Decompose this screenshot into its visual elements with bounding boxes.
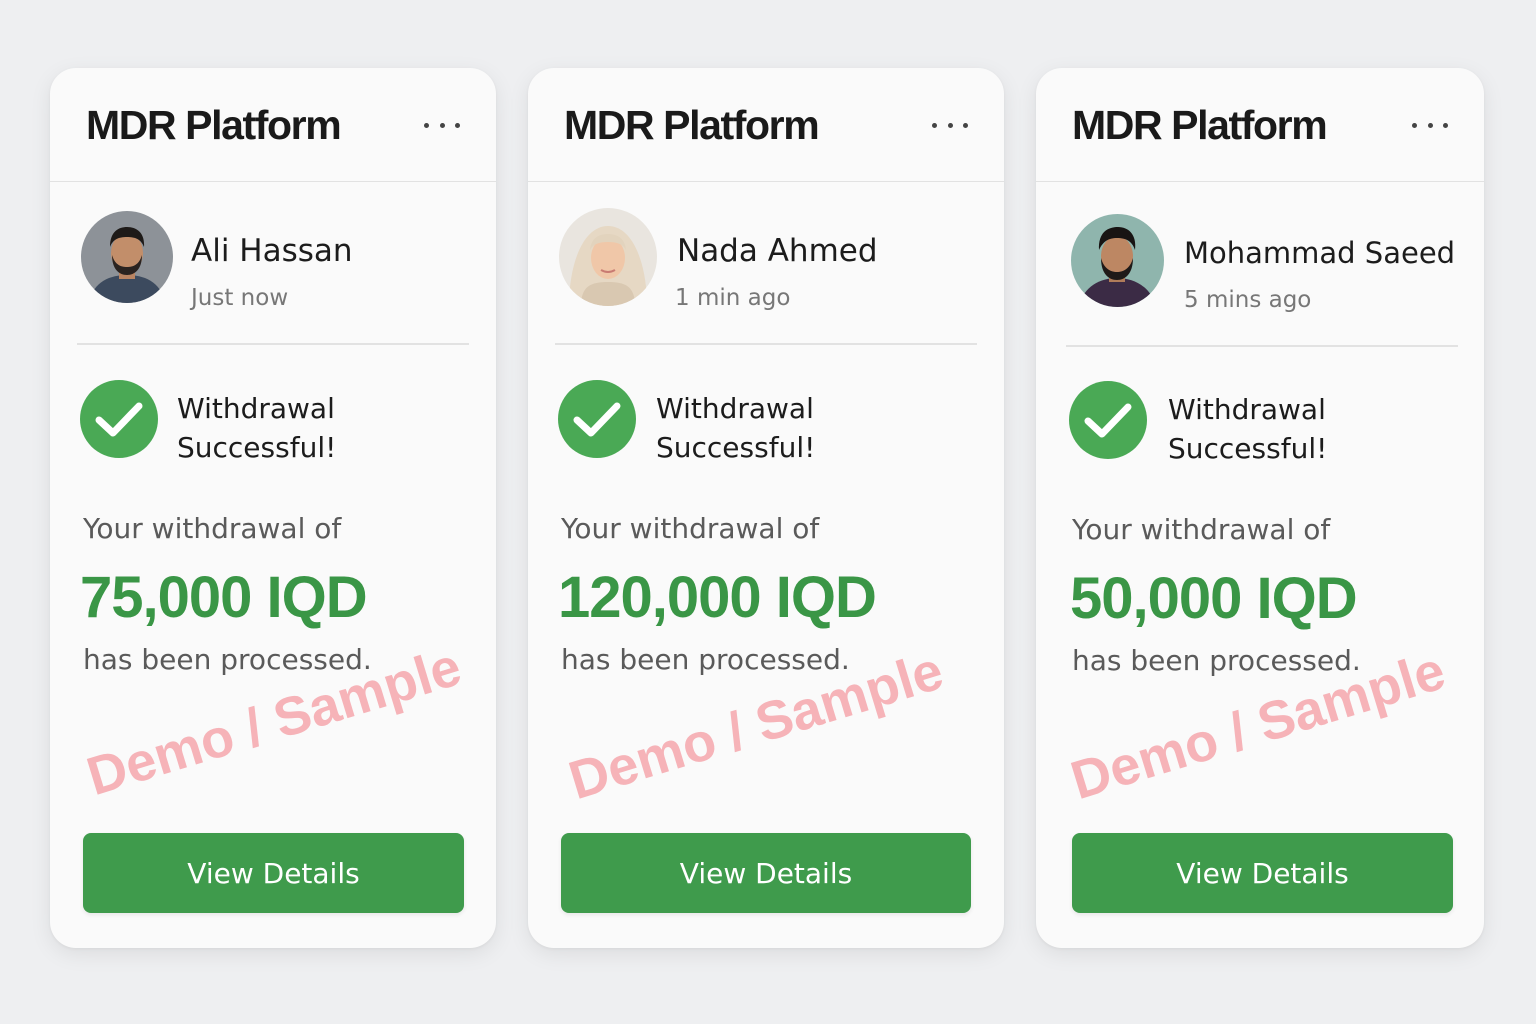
withdrawal-label: Your withdrawal of (83, 512, 342, 545)
status-title: Withdrawal Successful! (1168, 393, 1328, 465)
view-details-button[interactable]: View Details (1072, 833, 1453, 913)
success-check-icon (1069, 381, 1147, 459)
brand-title: MDR Platform (564, 102, 820, 148)
processed-text: has been processed. (83, 643, 372, 676)
divider (1066, 345, 1458, 347)
divider (77, 343, 469, 345)
withdrawal-label: Your withdrawal of (561, 512, 820, 545)
more-horizontal-icon[interactable] (932, 116, 968, 134)
processed-text: has been processed. (1072, 644, 1361, 677)
withdrawal-label: Your withdrawal of (1072, 513, 1331, 546)
divider (555, 343, 977, 345)
user-name: Mohammad Saeed (1184, 236, 1456, 270)
success-check-icon (558, 380, 636, 458)
view-details-button[interactable]: View Details (561, 833, 971, 913)
processed-text: has been processed. (561, 643, 850, 676)
user-name: Nada Ahmed (677, 233, 878, 269)
withdrawal-amount: 120,000 IQD (558, 565, 877, 630)
card-header: MDR Platform (50, 68, 496, 182)
view-details-button[interactable]: View Details (83, 833, 464, 913)
withdrawal-amount: 75,000 IQD (80, 565, 368, 630)
more-horizontal-icon[interactable] (424, 116, 460, 134)
user-name: Ali Hassan (191, 233, 353, 269)
card-header: MDR Platform (528, 68, 1004, 182)
avatar (559, 208, 657, 306)
brand-title: MDR Platform (86, 102, 342, 148)
button-label: View Details (1176, 856, 1349, 890)
button-label: View Details (679, 856, 853, 890)
timestamp: Just now (191, 285, 289, 311)
more-horizontal-icon[interactable] (1412, 116, 1448, 134)
avatar (1071, 214, 1164, 307)
success-check-icon (80, 380, 158, 458)
timestamp: 1 min ago (675, 285, 791, 311)
timestamp: 5 mins ago (1184, 287, 1312, 313)
notification-card: MDR Platform Ali Hassan Just now Withdra… (50, 68, 496, 948)
brand-title: MDR Platform (1072, 102, 1328, 148)
notification-card: MDR Platform Nada Ahmed 1 min ago Withdr… (528, 68, 1004, 948)
card-header: MDR Platform (1036, 68, 1484, 182)
status-title: Withdrawal Successful! (177, 392, 337, 464)
notification-card: MDR Platform Mohammad Saeed 5 mins ago W… (1036, 68, 1484, 948)
status-title: Withdrawal Successful! (656, 392, 816, 464)
avatar (81, 211, 173, 303)
withdrawal-amount: 50,000 IQD (1070, 566, 1358, 631)
button-label: View Details (187, 856, 360, 890)
